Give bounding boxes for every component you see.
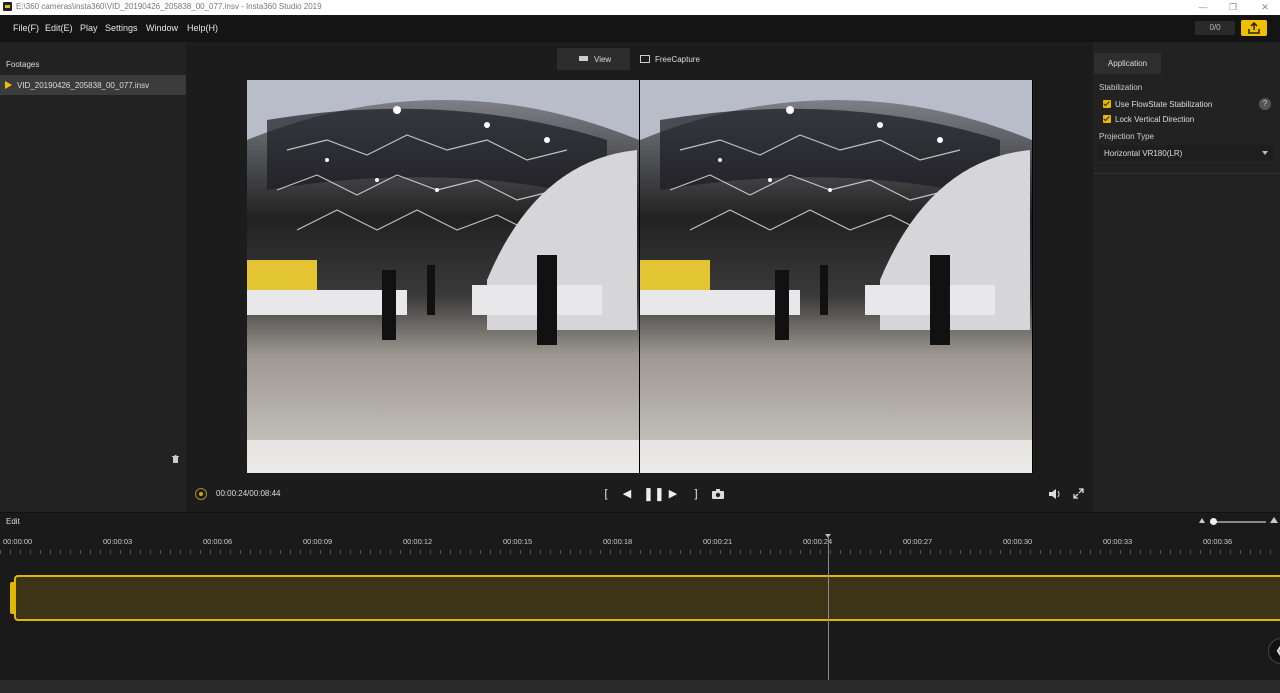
zoom-slider-handle[interactable] (1210, 518, 1217, 525)
chevron-down-icon (1262, 151, 1268, 155)
flowstate-checkbox[interactable] (1103, 100, 1111, 108)
ruler-ticks (0, 550, 1280, 554)
export-button[interactable] (1241, 20, 1267, 36)
divider (1093, 173, 1280, 174)
menu-play[interactable]: Play (80, 23, 98, 33)
title-bar: E:\360 cameras\insta360\VID_20190426_205… (0, 0, 1280, 15)
edit-label: Edit (6, 517, 20, 526)
window-title: E:\360 cameras\insta360\VID_20190426_205… (16, 2, 322, 11)
time-position: 00:00:24/00:08:44 (216, 489, 281, 498)
status-bar (0, 680, 1280, 693)
task-counter: 0/0 (1195, 21, 1235, 35)
stabilization-header: Stabilization (1099, 83, 1143, 92)
zoom-slider[interactable] (1210, 521, 1266, 523)
time-tick: 00:00:03 (103, 537, 133, 546)
projection-select[interactable]: Horizontal VR180(LR) (1098, 145, 1274, 161)
help-icon[interactable]: ? (1259, 98, 1271, 110)
video-preview[interactable] (247, 80, 1033, 473)
previous-frame-icon[interactable]: ◀︎ (620, 487, 634, 501)
projection-header: Projection Type (1099, 132, 1154, 141)
video-clip[interactable] (14, 575, 1280, 621)
close-button[interactable]: ✕ (1250, 1, 1280, 14)
pause-icon[interactable]: ❚❚ (643, 487, 665, 501)
chevron-left-icon: ❮ (1275, 643, 1280, 657)
locate-icon[interactable] (195, 488, 207, 500)
time-tick: 00:00:30 (1003, 537, 1033, 546)
projection-value: Horizontal VR180(LR) (1104, 149, 1183, 158)
time-tick: 00:00:15 (503, 537, 533, 546)
tab-freecapture[interactable]: FreeCapture (632, 48, 707, 70)
lock-vertical-label: Lock Vertical Direction (1115, 115, 1195, 124)
minimize-button[interactable]: — (1188, 1, 1218, 14)
time-tick: 00:00:12 (403, 537, 433, 546)
tab-application[interactable]: Application (1094, 53, 1161, 74)
menu-edit[interactable]: Edit(E) (45, 23, 73, 33)
export-icon (1248, 22, 1260, 34)
zoom-out-icon[interactable] (1199, 518, 1205, 523)
time-tick: 00:00:09 (303, 537, 333, 546)
fullscreen-icon[interactable] (1071, 487, 1085, 501)
time-tick: 00:00:18 (603, 537, 633, 546)
tab-freecapture-label: FreeCapture (655, 55, 700, 64)
volume-icon[interactable] (1048, 487, 1062, 501)
trash-icon[interactable] (172, 455, 179, 463)
edit-bar: Edit (0, 513, 1280, 531)
footages-header: Footages (6, 60, 40, 69)
footage-item[interactable]: VID_20190426_205838_00_077.insv (0, 75, 186, 95)
time-tick: 00:00:33 (1103, 537, 1133, 546)
menu-bar: File(F) Edit(E) Play Settings Window Hel… (0, 15, 1280, 42)
view-icon (579, 56, 588, 61)
menu-help[interactable]: Help(H) (187, 23, 218, 33)
menu-file[interactable]: File(F) (13, 23, 39, 33)
menu-settings[interactable]: Settings (105, 23, 138, 33)
settings-panel (1093, 42, 1280, 512)
play-triangle-icon (5, 81, 12, 89)
freecapture-icon (640, 55, 650, 63)
tab-view-label: View (594, 55, 612, 64)
time-tick: 00:00:21 (703, 537, 733, 546)
flowstate-label: Use FlowState Stabilization (1115, 100, 1213, 109)
app-icon (3, 2, 12, 11)
time-tick: 00:00:36 (1203, 537, 1233, 546)
mark-in-button[interactable]: [ (601, 487, 611, 501)
footages-panel: Footages VID_20190426_205838_00_077.insv (0, 42, 186, 512)
time-tick: 00:00:06 (203, 537, 233, 546)
zoom-in-icon[interactable] (1270, 517, 1278, 523)
maximize-button[interactable]: ❐ (1218, 1, 1248, 14)
lock-vertical-checkbox[interactable] (1103, 115, 1111, 123)
next-frame-icon[interactable]: ▶︎ (666, 487, 680, 501)
right-eye-frame (640, 80, 1032, 473)
tab-view[interactable]: View (557, 48, 630, 70)
mark-out-button[interactable]: ] (691, 487, 701, 501)
menu-window[interactable]: Window (146, 23, 178, 33)
time-tick: 00:00:27 (903, 537, 933, 546)
snapshot-icon[interactable] (711, 487, 725, 501)
time-tick: 00:00:00 (3, 537, 33, 546)
footage-name: VID_20190426_205838_00_077.insv (17, 81, 150, 90)
playhead[interactable] (828, 536, 829, 680)
left-eye-frame (247, 80, 639, 473)
